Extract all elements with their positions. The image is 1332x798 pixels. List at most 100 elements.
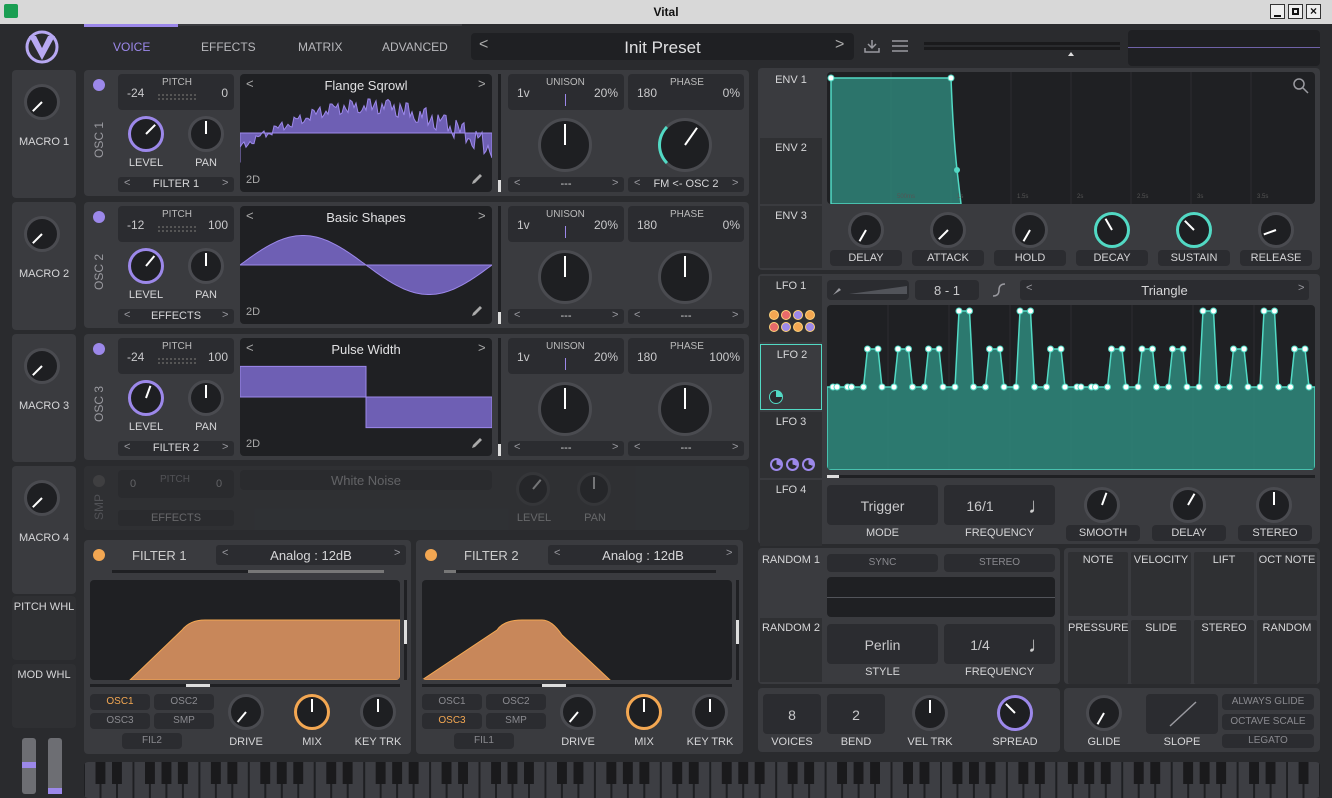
always-glide-button[interactable]: ALWAYS GLIDE <box>1222 694 1314 710</box>
lfo-paint-button[interactable] <box>827 280 909 300</box>
osc-2-wave-next-icon[interactable]: > <box>478 208 486 223</box>
filter-1-blend-slider[interactable] <box>112 570 384 573</box>
osc-3-pan-knob[interactable] <box>188 380 224 416</box>
spread-knob[interactable] <box>997 695 1033 731</box>
osc-3-dim-label[interactable]: 2D <box>246 438 260 450</box>
zoom-icon[interactable] <box>1293 78 1309 94</box>
mod-source-pressure[interactable]: PRESSURE <box>1068 620 1129 684</box>
note-icon[interactable]: ♩ <box>1028 632 1050 658</box>
filter-1-src-smp[interactable]: SMP <box>154 713 214 729</box>
filter-2-src-osc1[interactable]: OSC1 <box>422 694 482 710</box>
osc-1-dest-selector[interactable]: < FILTER 1 > <box>118 177 234 192</box>
lfo-tab-4[interactable]: LFO 4 <box>760 480 822 546</box>
filter-1-drive-knob[interactable] <box>228 694 264 730</box>
osc-1-level-knob[interactable] <box>128 116 164 152</box>
filter-1-src-osc1[interactable]: OSC1 <box>90 694 150 710</box>
mod-source-random[interactable]: RANDOM <box>1257 620 1317 684</box>
osc-2-unison-box[interactable]: 1v UNISON 20% <box>508 206 624 242</box>
tab-effects[interactable]: EFFECTS <box>201 40 256 54</box>
filter-2-drive-knob[interactable] <box>560 694 596 730</box>
note-icon[interactable]: ♩ <box>1028 493 1050 519</box>
filter-2-mix-knob[interactable] <box>626 694 662 730</box>
filter-1-src-osc2[interactable]: OSC2 <box>154 694 214 710</box>
filter-1-res-slider[interactable] <box>404 580 407 680</box>
lfo-grid-size[interactable]: 8 - 1 <box>915 280 979 300</box>
volume-meter[interactable] <box>924 39 1120 56</box>
mod-source-note[interactable]: NOTE <box>1068 552 1128 616</box>
osc-2-pitch-box[interactable]: -12 PITCH 100 <box>118 206 234 242</box>
tab-matrix[interactable]: MATRIX <box>298 40 342 54</box>
osc-3-phase-box[interactable]: 180 PHASE 100% <box>628 338 744 374</box>
vital-logo-icon[interactable] <box>24 30 60 64</box>
keyboard[interactable] <box>84 762 1320 798</box>
osc-1-pitch-box[interactable]: -24 PITCH 0 <box>118 74 234 110</box>
close-button[interactable]: × <box>1306 4 1321 19</box>
filter-1-mix-knob[interactable] <box>294 694 330 730</box>
osc-1-edit-icon[interactable] <box>470 172 484 186</box>
filter-1-keytrk-knob[interactable] <box>360 694 396 730</box>
mod-source-stereo[interactable]: STEREO <box>1194 620 1254 684</box>
osc-2-edit-icon[interactable] <box>470 304 484 318</box>
menu-icon[interactable] <box>892 40 908 52</box>
filter-2-src-osc2[interactable]: OSC2 <box>486 694 546 710</box>
lfo-stereo-knob[interactable] <box>1256 487 1292 523</box>
osc-1-frame-slider[interactable] <box>498 74 501 192</box>
lfo-graph[interactable] <box>827 305 1315 470</box>
sample-dest[interactable]: EFFECTS <box>118 510 234 526</box>
smooth-curve-icon[interactable] <box>991 282 1007 298</box>
osc-3-level-knob[interactable] <box>128 380 164 416</box>
osc-1-distortion-selector[interactable]: < FM <- OSC 2 > <box>628 177 744 192</box>
osc-3-pitch-box[interactable]: -24 PITCH 100 <box>118 338 234 374</box>
env-release-knob[interactable] <box>1258 212 1294 248</box>
osc-3-frame-slider[interactable] <box>498 338 501 456</box>
mod-wheel[interactable] <box>48 738 62 794</box>
lfo-mode-box[interactable]: Trigger <box>827 485 938 525</box>
macro-3-knob[interactable] <box>24 348 60 384</box>
osc-1-wavetable[interactable]: < Flange Sqrowl > 2D <box>240 74 492 192</box>
osc-1-phase-box[interactable]: 180 PHASE 0% <box>628 74 744 110</box>
lfo-shape-selector[interactable]: < Triangle > <box>1020 280 1309 300</box>
voices-box[interactable]: 8 <box>763 694 821 734</box>
vel-trk-knob[interactable] <box>912 695 948 731</box>
random-tab-1[interactable]: RANDOM 1 <box>760 550 822 616</box>
filter-2-src-smp[interactable]: SMP <box>486 713 546 729</box>
osc-1-dim-label[interactable]: 2D <box>246 174 260 186</box>
lfo-phase-bar[interactable] <box>827 475 1315 478</box>
osc-3-dest-selector[interactable]: < FILTER 2 > <box>118 441 234 456</box>
osc-3-edit-icon[interactable] <box>470 436 484 450</box>
osc-1-unison-box[interactable]: 1v UNISON 20% <box>508 74 624 110</box>
filter-1-src-osc3[interactable]: OSC3 <box>90 713 150 729</box>
osc-1-pan-knob[interactable] <box>188 116 224 152</box>
octave-scale-button[interactable]: OCTAVE SCALE <box>1222 714 1314 730</box>
osc-2-dest-selector[interactable]: < EFFECTS > <box>118 309 234 324</box>
filter-2-cutoff-slider[interactable] <box>422 684 732 687</box>
osc-2-spectral-selector[interactable]: < --- > <box>508 309 624 324</box>
osc-1-power-button[interactable] <box>93 79 105 91</box>
filter-1-type-selector[interactable]: < Analog : 12dB > <box>216 545 406 565</box>
mod-source-slide[interactable]: SLIDE <box>1131 620 1191 684</box>
osc-3-wavetable[interactable]: < Pulse Width > 2D <box>240 338 492 456</box>
osc-3-spectral-selector[interactable]: < --- > <box>508 441 624 456</box>
env-delay-knob[interactable] <box>848 212 884 248</box>
osc-2-dim-label[interactable]: 2D <box>246 306 260 318</box>
filter-1-power-button[interactable] <box>93 549 105 561</box>
osc-1-spectral-selector[interactable]: < --- > <box>508 177 624 192</box>
osc-3-power-button[interactable] <box>93 343 105 355</box>
osc-2-frame-slider[interactable] <box>498 206 501 324</box>
osc-1-unison-knob[interactable] <box>538 118 592 172</box>
glide-knob[interactable] <box>1086 695 1122 731</box>
random-tab-2[interactable]: RANDOM 2 <box>760 618 822 682</box>
env-tab-3[interactable]: ENV 3 <box>760 206 822 268</box>
env-attack-knob[interactable] <box>930 212 966 248</box>
osc-3-unison-knob[interactable] <box>538 382 592 436</box>
osc-2-pan-knob[interactable] <box>188 248 224 284</box>
filter-2-keytrk-knob[interactable] <box>692 694 728 730</box>
mod-source-velocity[interactable]: VELOCITY <box>1131 552 1191 616</box>
filter-1-cutoff-slider[interactable] <box>90 684 400 687</box>
sample-pitch-box[interactable]: 0 PITCH 0 <box>118 470 234 498</box>
macro-4-knob[interactable] <box>24 480 60 516</box>
osc-1-wave-next-icon[interactable]: > <box>478 76 486 91</box>
lfo-frequency-box[interactable]: 16/1 ♩ <box>944 485 1055 525</box>
env-tab-1[interactable]: ENV 1 <box>760 70 822 136</box>
minimize-button[interactable] <box>1270 4 1285 19</box>
